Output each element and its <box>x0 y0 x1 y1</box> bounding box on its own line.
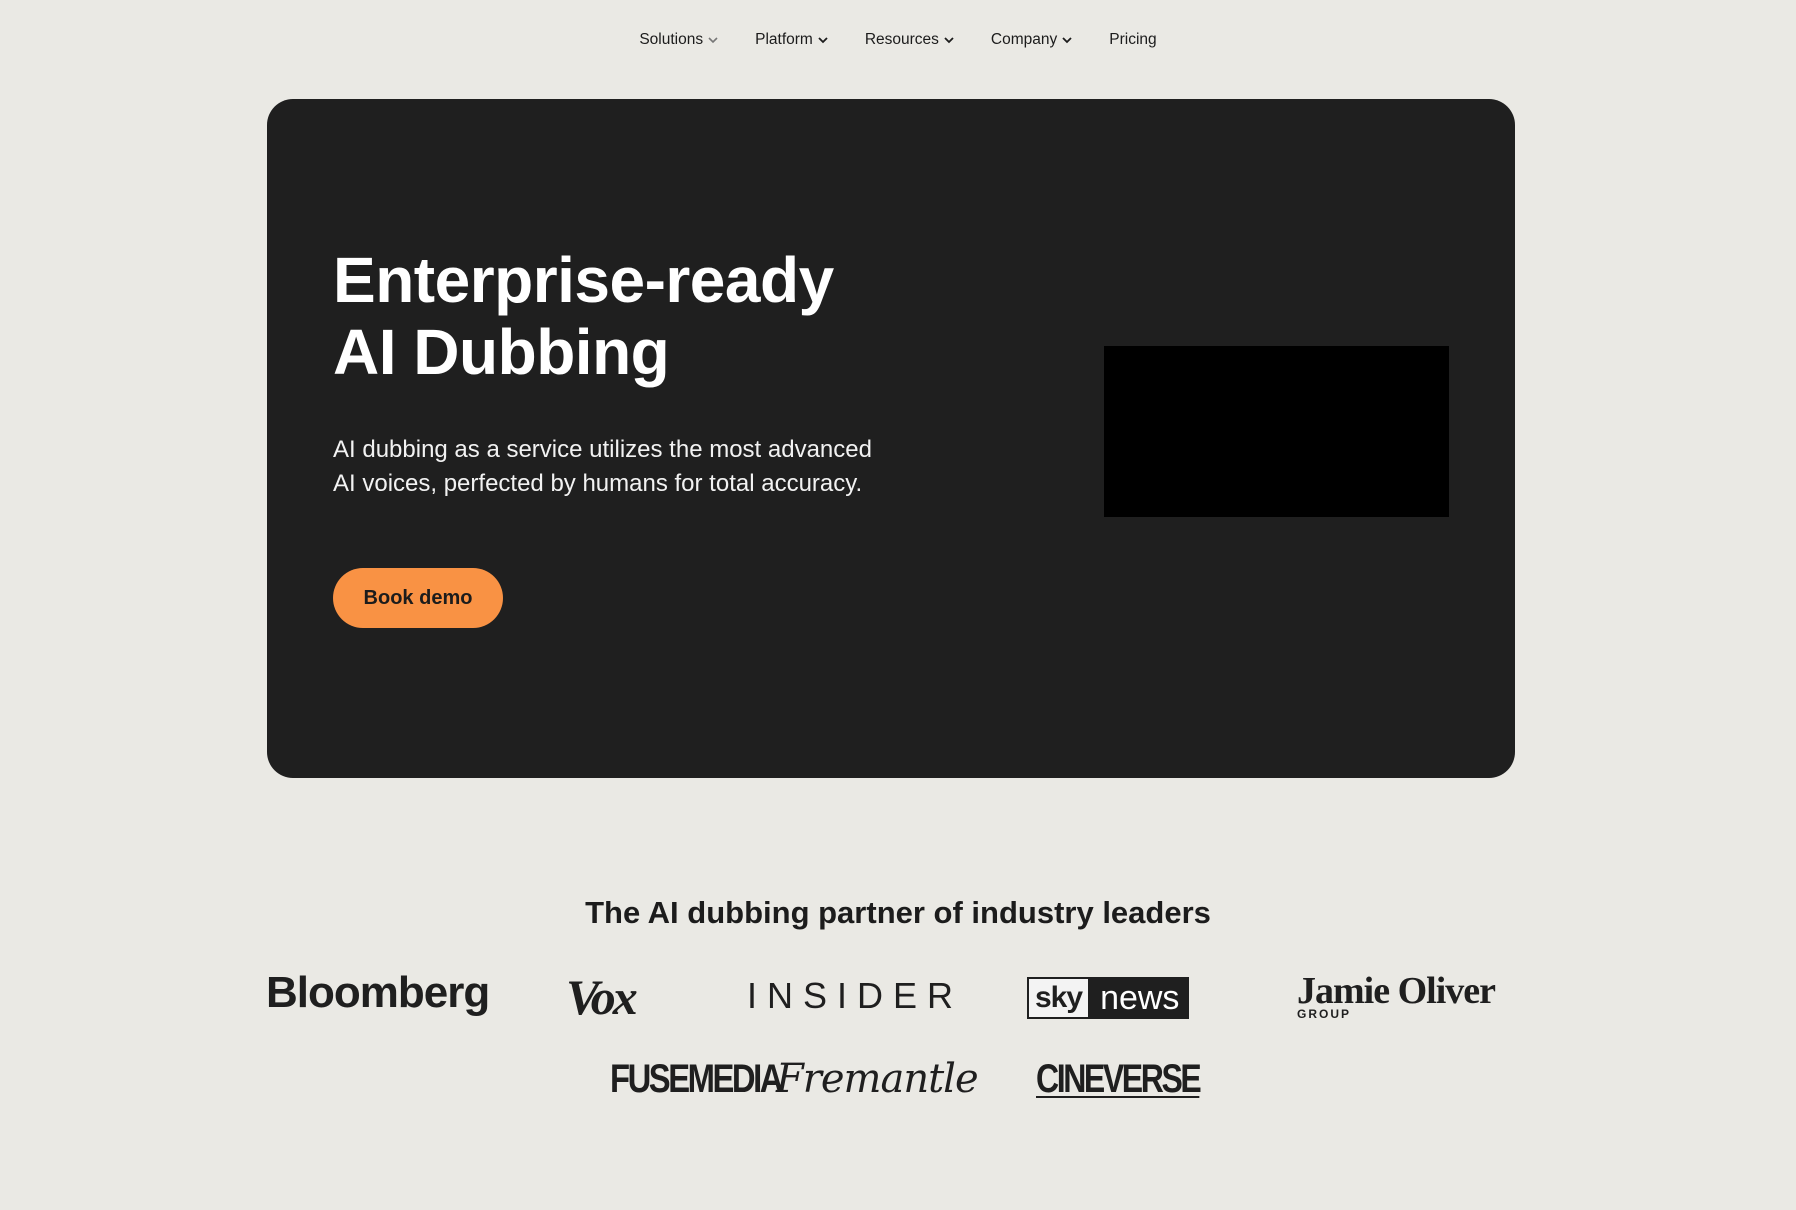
chevron-down-icon <box>707 34 719 46</box>
nav-item-label: Pricing <box>1109 31 1157 48</box>
cineverse-logo: CINEVERSE <box>1036 1057 1202 1101</box>
nav-item-label: Platform <box>755 31 813 48</box>
hero-video[interactable] <box>1104 346 1449 517</box>
nav-item-platform[interactable]: Platform <box>755 31 829 49</box>
nav-item-label: Solutions <box>639 31 704 48</box>
sky-logo-part: sky <box>1027 977 1091 1019</box>
hero-title-line1: Enterprise-ready <box>333 244 834 316</box>
nav-item-pricing[interactable]: Pricing <box>1109 31 1156 49</box>
nav-item-resources[interactable]: Resources <box>865 31 955 49</box>
chevron-down-icon <box>943 34 955 46</box>
vox-logo: Vox <box>566 969 638 1025</box>
hero-title-line2: AI Dubbing <box>333 316 670 388</box>
chevron-down-icon <box>817 34 829 46</box>
nav-item-company[interactable]: Company <box>991 31 1073 49</box>
fusemedia-logo: FUSEMEDIA <box>610 1057 783 1101</box>
jamie-oliver-name: Jamie Oliver <box>1297 970 1496 1012</box>
sky-news-logo: sky news <box>1027 977 1190 1019</box>
insider-logo: INSIDER <box>747 975 964 1016</box>
book-demo-button[interactable]: Book demo <box>333 568 503 628</box>
nav-item-label: Company <box>990 31 1058 48</box>
nav-item-solutions[interactable]: Solutions <box>639 31 719 49</box>
bloomberg-logo: Bloomberg <box>266 968 490 1017</box>
hero-subtitle: AI dubbing as a service utilizes the mos… <box>333 436 872 497</box>
nav-item-label: Resources <box>864 31 939 48</box>
jamie-oliver-logo: Jamie Oliver GROUP <box>1297 970 1496 1020</box>
news-logo-part: news <box>1090 977 1190 1019</box>
hero-card: Enterprise-ready AI Dubbing AI dubbing a… <box>267 99 1515 778</box>
chevron-down-icon <box>1061 34 1073 46</box>
top-nav: Solutions Platform Resources Company Pri… <box>0 22 1796 58</box>
partners-heading: The AI dubbing partner of industry leade… <box>585 895 1211 930</box>
fremantle-logo: Fremantle <box>776 1056 979 1102</box>
hero-title: Enterprise-ready AI Dubbing <box>333 244 953 388</box>
